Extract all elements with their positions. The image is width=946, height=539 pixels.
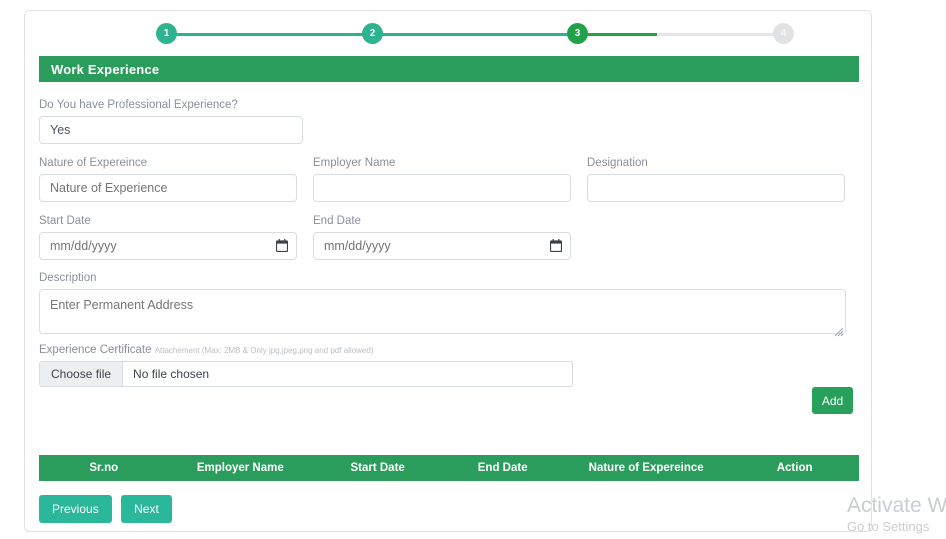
label-nature-of-experience: Nature of Expereince [39, 157, 148, 169]
professional-experience-select[interactable] [39, 116, 303, 144]
windows-activation-watermark: Activate Wi Go to Settings [847, 494, 946, 535]
table-header-nature: Nature of Expereince [562, 455, 731, 481]
field-description: Description [39, 272, 846, 339]
field-start-date: Start Date [39, 215, 297, 260]
form-row-certificate: Experience Certificate Attachement (Max:… [39, 344, 859, 414]
previous-button[interactable]: Previous [39, 495, 112, 523]
label-description: Description [39, 272, 97, 284]
form-row-professional-experience: Do You have Professional Experience? [39, 99, 859, 157]
field-experience-certificate: Experience Certificate Attachement (Max:… [39, 344, 599, 387]
work-experience-form: Do You have Professional Experience? Nat… [39, 99, 859, 414]
table-header-srno: Sr.no [39, 455, 169, 481]
label-experience-certificate-hint: Attachement (Max: 2MB & Only jpg,jpeg,pn… [154, 346, 374, 355]
designation-input[interactable] [587, 174, 845, 202]
experience-table: Sr.no Employer Name Start Date End Date … [39, 455, 859, 481]
add-button-container: Add [39, 387, 859, 414]
section-header: Work Experience [39, 56, 859, 82]
stepper-step-4[interactable]: 4 [773, 23, 794, 44]
add-button[interactable]: Add [812, 387, 853, 414]
stepper-step-1[interactable]: 1 [156, 23, 177, 44]
label-designation: Designation [587, 157, 648, 169]
watermark-line-2: Go to Settings [846, 519, 930, 534]
table-header-action: Action [730, 455, 859, 481]
label-end-date: End Date [313, 215, 361, 227]
field-end-date: End Date [313, 215, 571, 260]
form-row-experience-details: Nature of Expereince Employer Name Desig… [39, 157, 859, 215]
field-employer-name: Employer Name [313, 157, 571, 202]
label-experience-certificate-text: Experience Certificate [39, 344, 152, 356]
next-button[interactable]: Next [121, 495, 172, 523]
stepper-connector-3-4-filled [577, 33, 657, 36]
progress-stepper: 1 2 3 4 [25, 11, 871, 57]
work-experience-card: 1 2 3 4 Work Experience Do You have Prof… [24, 10, 872, 532]
experience-certificate-file-input[interactable]: Choose file No file chosen [39, 361, 573, 387]
description-textarea[interactable] [39, 289, 846, 334]
watermark-line-1: Activate Wi [846, 494, 946, 517]
stepper-step-3-number: 3 [574, 28, 581, 39]
label-start-date: Start Date [39, 215, 91, 227]
stepper-step-3[interactable]: 3 [567, 23, 588, 44]
stepper-step-1-number: 1 [163, 28, 170, 39]
stepper-step-2[interactable]: 2 [362, 23, 383, 44]
label-employer-name: Employer Name [313, 157, 396, 169]
table-header-row: Sr.no Employer Name Start Date End Date … [39, 455, 859, 481]
table-header-employer-name: Employer Name [168, 455, 313, 481]
label-professional-experience: Do You have Professional Experience? [39, 99, 238, 111]
stepper-connector-1-2 [166, 33, 372, 36]
stepper-step-2-number: 2 [369, 28, 376, 39]
field-designation: Designation [587, 157, 845, 202]
field-professional-experience: Do You have Professional Experience? [39, 99, 303, 144]
label-experience-certificate: Experience Certificate Attachement (Max:… [39, 344, 599, 356]
form-row-description: Description [39, 272, 859, 344]
field-nature-of-experience: Nature of Expereince [39, 157, 297, 202]
page-title: Work Experience [51, 61, 160, 77]
choose-file-button[interactable]: Choose file [40, 362, 124, 386]
file-status-text: No file chosen [133, 367, 210, 381]
nature-of-experience-input[interactable] [39, 174, 297, 202]
form-navigation: Previous Next [39, 495, 172, 523]
stepper-connector-2-3 [372, 33, 577, 36]
start-date-input[interactable] [39, 232, 297, 260]
end-date-input[interactable] [313, 232, 571, 260]
table-header-start-date: Start Date [312, 455, 444, 481]
stepper-step-4-number: 4 [780, 28, 787, 39]
stepper-connector-3-4-remaining [657, 33, 783, 36]
employer-name-input[interactable] [313, 174, 571, 202]
form-row-dates: Start Date End Date [39, 215, 859, 272]
table-header-end-date: End Date [443, 455, 563, 481]
